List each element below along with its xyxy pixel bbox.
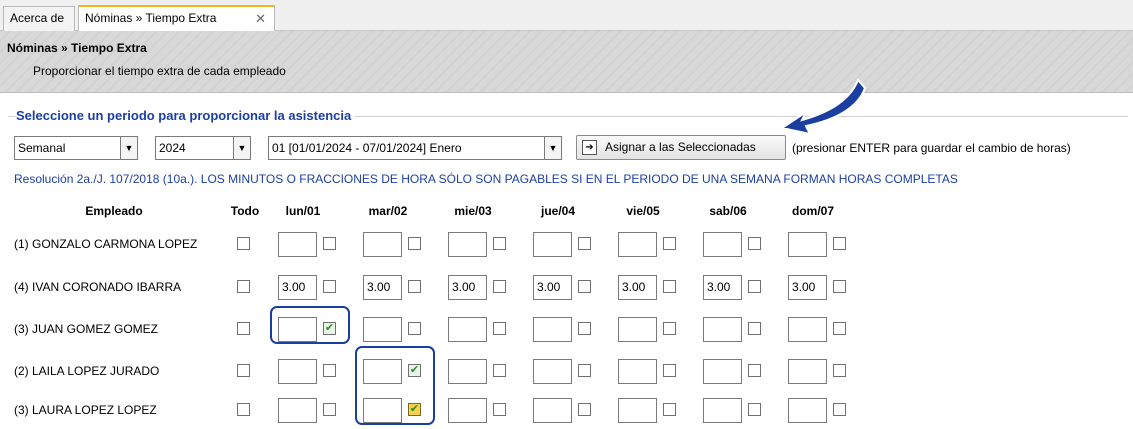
pointer-arrow-icon bbox=[779, 78, 867, 136]
